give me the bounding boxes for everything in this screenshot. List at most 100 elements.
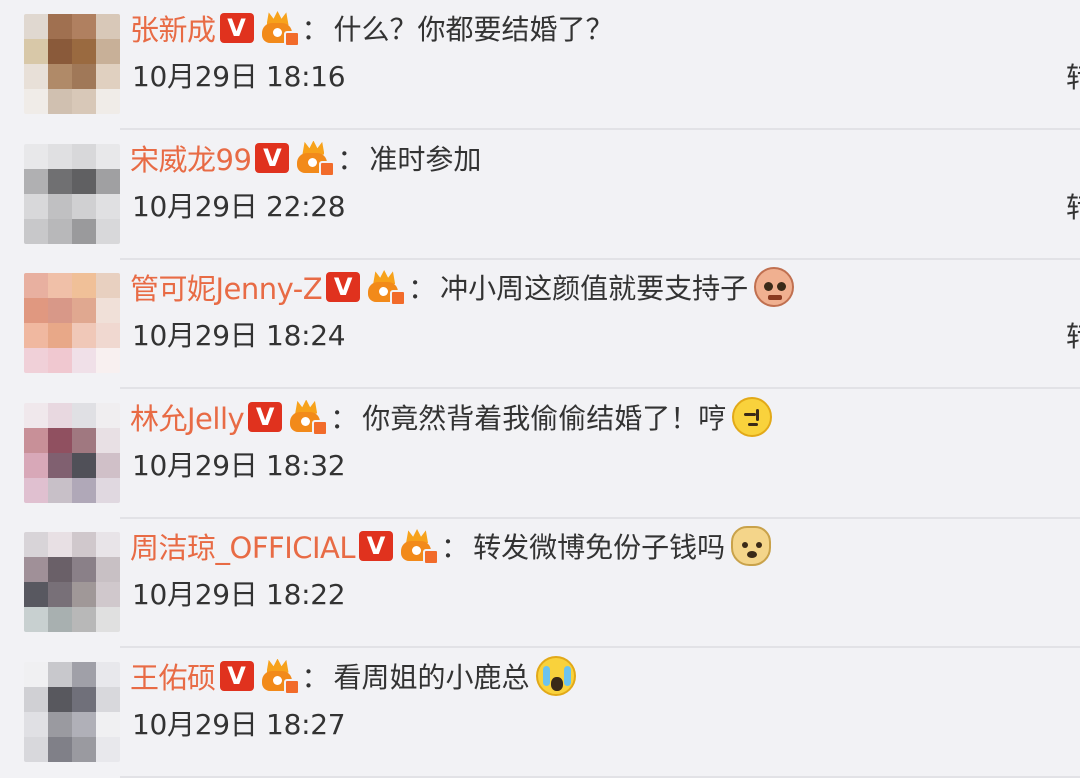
verified-v-icon: V: [326, 272, 361, 302]
avatar-pixel: [24, 402, 48, 428]
colon-separator: ：: [301, 660, 330, 694]
avatar-pixel: [48, 14, 72, 39]
comment-line: 张新成 V ： 什么？你都要结婚了？: [130, 6, 614, 50]
avatar-pixel: [48, 193, 72, 219]
avatar[interactable]: [24, 661, 120, 762]
avatar-pixel: [24, 348, 48, 373]
avatar-pixel: [72, 193, 96, 219]
colon-separator: ：: [337, 142, 366, 176]
colon-separator: ：: [301, 13, 330, 46]
colon-separator: ：: [330, 401, 359, 435]
avatar-pixel: [24, 273, 48, 298]
comment-line: 林允Jelly V ： 你竟然背着我偷偷结婚了！哼: [130, 395, 773, 439]
avatar-pixel: [24, 323, 48, 348]
avatar-pixel: [48, 532, 72, 557]
avatar-pixel: [48, 348, 72, 373]
comment-line: 周洁琼_OFFICIAL V ： 转发微博免份子钱吗: [130, 524, 772, 568]
comment-text: 你竟然背着我偷偷结婚了！哼: [362, 401, 727, 435]
comment-line: 宋威龙99 V ： 准时参加: [130, 136, 481, 180]
avatar-pixel: [48, 64, 72, 89]
avatar-pixel: [24, 452, 48, 478]
colon-separator: ：: [408, 272, 437, 305]
repost-link[interactable]: 转: [1066, 188, 1080, 228]
username-link[interactable]: 宋威龙99: [130, 137, 252, 179]
avatar-pixel: [24, 14, 48, 39]
avatar-pixel: [24, 193, 48, 219]
hum-emoji-icon: [732, 396, 773, 437]
avatar-pixel: [72, 532, 96, 557]
avatar-pixel: [96, 532, 120, 557]
avatar-pixel: [24, 143, 48, 169]
avatar-pixel: [72, 661, 96, 687]
avatar-pixel: [72, 64, 96, 89]
avatar-pixel: [96, 39, 120, 64]
verified-v-icon: V: [219, 13, 254, 43]
avatar-pixel: [72, 323, 96, 348]
comment-text: 转发微博免份子钱吗: [473, 531, 726, 564]
avatar[interactable]: [24, 14, 120, 114]
avatar-pixel: [72, 557, 96, 582]
avatar-pixel: [48, 661, 72, 687]
avatar-pixel: [96, 686, 120, 712]
repost-link[interactable]: 转: [1066, 317, 1080, 357]
avatar-pixel: [96, 298, 120, 323]
comment-timestamp: 10月29日 18:32: [132, 448, 346, 482]
repost-link[interactable]: 转: [1066, 58, 1080, 98]
username-link[interactable]: 张新成: [130, 7, 216, 49]
avatar-pixel: [24, 477, 48, 503]
crown-vip-icon: [366, 270, 407, 306]
comment-text: 看周姐的小鹿总: [333, 660, 530, 694]
comment-timestamp: 10月29日 18:16: [132, 60, 346, 93]
username-link[interactable]: 王佑硕: [130, 655, 216, 697]
comment-timestamp: 10月29日 18:27: [132, 707, 346, 741]
username-link[interactable]: 周洁琼_OFFICIAL: [130, 525, 356, 567]
avatar-pixel: [72, 452, 96, 478]
avatar[interactable]: [24, 143, 120, 244]
avatar-pixel: [96, 557, 120, 582]
avatar-pixel: [24, 582, 48, 607]
avatar-pixel: [72, 218, 96, 244]
avatar-pixel: [96, 168, 120, 194]
avatar-pixel: [48, 736, 72, 762]
avatar[interactable]: [24, 273, 120, 373]
avatar-pixel: [24, 89, 48, 114]
comment-timestamp: 10月29日 22:28: [132, 189, 346, 223]
verified-v-icon: V: [219, 660, 254, 691]
avatar-pixel: [96, 273, 120, 298]
avatar-pixel: [72, 143, 96, 169]
avatar-pixel: [96, 143, 120, 169]
avatar-pixel: [96, 218, 120, 244]
avatar[interactable]: [24, 402, 120, 503]
avatar-pixel: [48, 452, 72, 478]
avatar-pixel: [72, 39, 96, 64]
comment-text: 准时参加: [369, 142, 482, 176]
username-link[interactable]: 林允Jelly: [130, 396, 245, 438]
avatar-pixel: [48, 607, 72, 632]
crying-emoji-icon: [535, 655, 576, 696]
colon-separator: ：: [441, 531, 470, 564]
avatar-pixel: [48, 402, 72, 428]
comment-item: 林允Jelly V ： 你竟然背着我偷偷结婚了！哼 10月29日 18:32: [0, 389, 1080, 519]
comment-text: 冲小周这颜值就要支持子: [440, 272, 749, 305]
doge-emoji-icon: [731, 526, 772, 566]
comment-item: 管可妮Jenny-Z V ： 冲小周这颜值就要支持子 10月29日 18:24 …: [0, 259, 1080, 389]
avatar-pixel: [48, 557, 72, 582]
avatar-pixel: [24, 39, 48, 64]
avatar-pixel: [96, 89, 120, 114]
ugly-face-emoji-icon: [754, 267, 795, 307]
avatar-pixel: [96, 477, 120, 503]
avatar-pixel: [48, 582, 72, 607]
username-link[interactable]: 管可妮Jenny-Z: [130, 266, 323, 308]
avatar-pixel: [96, 607, 120, 632]
avatar-pixel: [96, 452, 120, 478]
avatar-pixel: [96, 402, 120, 428]
avatar-pixel: [72, 477, 96, 503]
avatar[interactable]: [24, 532, 120, 632]
avatar-pixel: [72, 168, 96, 194]
avatar-pixel: [24, 607, 48, 632]
avatar-pixel: [24, 736, 48, 762]
comment-item: 王佑硕 V ： 看周姐的小鹿总 10月29日 18:27: [0, 648, 1080, 778]
verified-v-icon: V: [359, 531, 394, 561]
avatar-pixel: [24, 64, 48, 89]
avatar-pixel: [48, 477, 72, 503]
